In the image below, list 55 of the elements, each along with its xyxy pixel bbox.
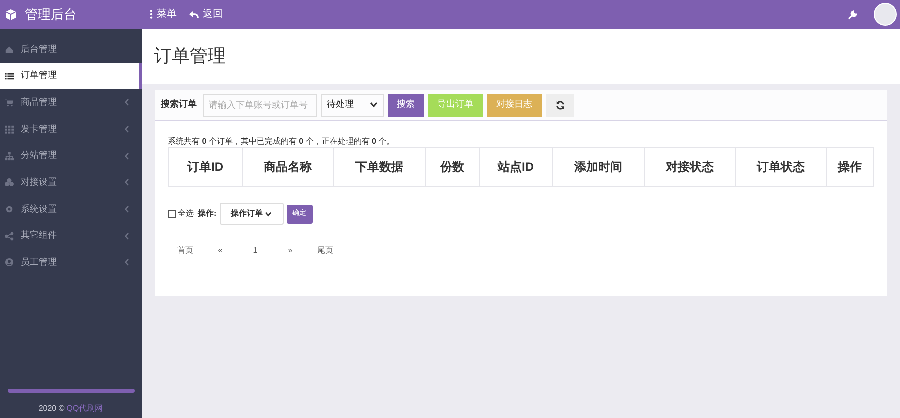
nav-link[interactable]: 菜单	[150, 7, 177, 22]
search-label: 搜索订单	[161, 98, 197, 112]
sidebar-item[interactable]: 其它组件	[0, 222, 142, 250]
footer-link[interactable]: QQ代刷网	[66, 403, 104, 415]
select-all-checkbox[interactable]: 全选	[168, 208, 194, 220]
column-header: 添加时间	[552, 148, 644, 186]
action-label: 操作:	[198, 208, 217, 220]
page-link[interactable]: «	[203, 245, 238, 257]
column-header: 操作	[826, 148, 874, 186]
action-select[interactable]: 操作订单	[220, 203, 284, 225]
cube-icon	[5, 8, 17, 20]
sidebar-item[interactable]: 员工管理	[0, 250, 142, 276]
page-title: 订单管理	[154, 45, 226, 68]
page-link[interactable]: 1	[238, 245, 273, 257]
column-header: 订单状态	[736, 148, 826, 186]
status-select[interactable]: 待处理	[321, 94, 384, 116]
chevron-down-icon	[370, 102, 378, 108]
refresh-button[interactable]	[546, 94, 574, 116]
gear-icon	[5, 204, 14, 214]
column-header: 对接状态	[644, 148, 736, 186]
list-icon	[5, 72, 14, 81]
sidebar-item[interactable]: 后台管理	[0, 36, 142, 63]
refresh-icon	[556, 100, 564, 110]
sitemap-icon	[5, 152, 14, 161]
column-header: 商品名称	[242, 148, 334, 186]
share-icon	[5, 232, 14, 241]
column-header: 份数	[426, 148, 480, 186]
vertical-dots-icon	[150, 10, 153, 19]
column-header: 站点ID	[480, 148, 552, 186]
grid-icon	[5, 124, 14, 134]
chevron-down-icon	[265, 212, 272, 216]
search-button[interactable]: 搜索	[388, 94, 424, 116]
sidebar-item[interactable]: 商品管理	[0, 89, 142, 116]
page-link[interactable]: 尾页	[308, 245, 343, 257]
sidebar-item[interactable]: 发卡管理	[0, 116, 142, 143]
page-link[interactable]: 首页	[168, 245, 203, 257]
brand-title: 管理后台	[25, 6, 77, 24]
cart-icon	[5, 98, 14, 108]
reply-arrow-icon	[189, 10, 199, 18]
column-header: 下单数据	[334, 148, 426, 186]
nav-link[interactable]: 返回	[189, 7, 223, 22]
page-link[interactable]: »	[273, 245, 308, 257]
search-field[interactable]: 请输入下单账号或订单号	[203, 94, 317, 116]
sidebar-item[interactable]: 对接设置	[0, 169, 142, 196]
copyright-year: 2020 ©	[38, 403, 65, 415]
wrench-icon[interactable]	[848, 10, 858, 20]
sidebar-item[interactable]: 系统设置	[0, 196, 142, 223]
sidebar-item[interactable]: 订单管理	[0, 62, 142, 90]
column-header: 订单ID	[168, 148, 242, 186]
avatar[interactable]	[874, 3, 897, 26]
sidebar-item[interactable]: 分站管理	[0, 142, 142, 170]
order-summary: 系统共有 0 个订单，其中已完成的有 0 个，正在处理的有 0 个。	[168, 136, 396, 147]
circles-icon	[5, 178, 14, 188]
house-icon	[5, 44, 14, 54]
user-icon	[5, 258, 14, 268]
